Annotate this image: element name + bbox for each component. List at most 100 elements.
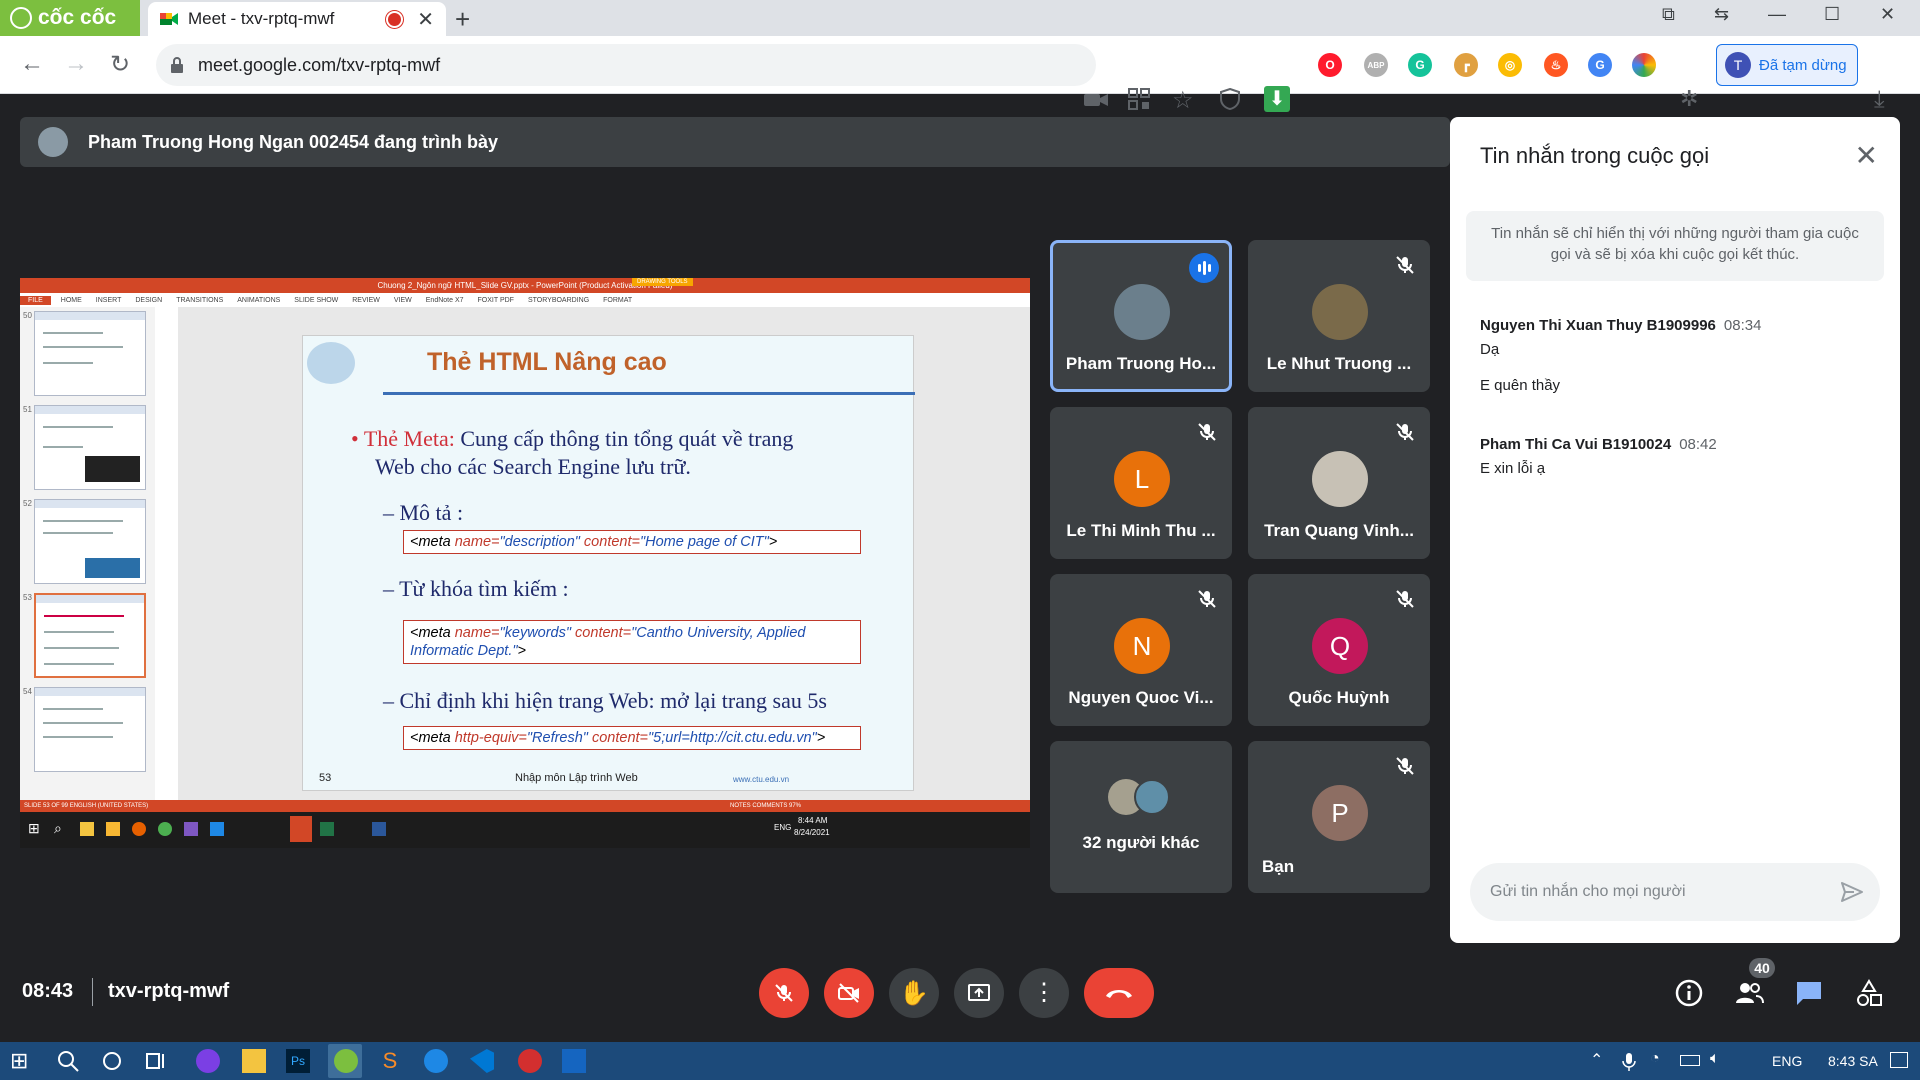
camera-in-use-icon[interactable]	[1084, 92, 1108, 108]
microphone-toggle-button[interactable]	[759, 968, 809, 1018]
participant-tile[interactable]: L Le Thi Minh Thu ...	[1050, 407, 1232, 559]
meeting-details-icon[interactable]	[1674, 978, 1704, 1008]
slide-thumbnail[interactable]	[34, 311, 146, 396]
file-explorer-icon[interactable]	[242, 1049, 266, 1073]
grammarly-extension-icon[interactable]: G	[1408, 53, 1432, 77]
tray-expand-icon[interactable]: ⌃	[1590, 1050, 1603, 1070]
extensions-puzzle-icon[interactable]: ✲	[1680, 86, 1698, 112]
ribbon-tab-home[interactable]: HOME	[61, 297, 82, 304]
ribbon-tab-insert[interactable]: INSERT	[96, 297, 122, 304]
task-view-icon[interactable]	[144, 1049, 168, 1073]
activities-icon[interactable]	[1854, 978, 1884, 1008]
slide[interactable]: Thẻ HTML Nâng cao • Thẻ Meta: Cung cấp t…	[302, 335, 915, 791]
sub-item-keywords: – Từ khóa tìm kiếm :	[383, 576, 569, 601]
color-picker-extension-icon[interactable]	[1632, 53, 1656, 77]
camera-toggle-button[interactable]	[824, 968, 874, 1018]
ribbon-tab-animations[interactable]: ANIMATIONS	[237, 297, 280, 304]
vscode-icon[interactable]	[470, 1049, 494, 1073]
ribbon-tab-file[interactable]: FILE	[20, 295, 51, 305]
downloads-icon[interactable]: ⤓	[1874, 86, 1885, 114]
thumb-number: 54	[23, 687, 32, 696]
windows-start-icon[interactable]: ⊞	[10, 1049, 34, 1073]
ribbon-tab-review[interactable]: REVIEW	[352, 297, 380, 304]
raise-hand-button[interactable]: ✋	[889, 968, 939, 1018]
translate-extension-icon[interactable]: G	[1588, 53, 1612, 77]
back-arrow-icon[interactable]: ←	[20, 50, 44, 78]
self-tile[interactable]: P Bạn	[1248, 741, 1430, 893]
presenter-banner: Pham Truong Hong Ngan 002454 đang trình …	[20, 117, 1450, 167]
cortana-icon[interactable]	[100, 1049, 124, 1073]
opera-extension-icon[interactable]: O	[1318, 53, 1342, 77]
recorder-icon[interactable]	[518, 1049, 542, 1073]
participant-avatar: L	[1114, 451, 1170, 507]
participant-tile[interactable]: N Nguyen Quoc Vi...	[1050, 574, 1232, 726]
minimize-window-button[interactable]: —	[1768, 4, 1786, 25]
system-clock[interactable]: 8:43 SA	[1828, 1053, 1878, 1069]
notifications-icon[interactable]	[1890, 1052, 1908, 1068]
slide-thumbnail[interactable]	[34, 687, 146, 772]
ribbon-tab-transitions[interactable]: TRANSITIONS	[176, 297, 223, 304]
chat-input[interactable]: Gửi tin nhắn cho mọi người	[1470, 863, 1880, 921]
coccoc-menu-button[interactable]: cốc cốc	[0, 0, 140, 36]
shared-taskbar-time: 8:44 AM	[798, 816, 828, 825]
ribbon-tab-design[interactable]: DESIGN	[135, 297, 162, 304]
ribbon-tab-view[interactable]: VIEW	[394, 297, 412, 304]
adblock-extension-icon[interactable]: ABP	[1364, 53, 1388, 77]
code-attr: http-equiv=	[454, 730, 527, 746]
edge-icon[interactable]	[424, 1049, 448, 1073]
qr-code-icon[interactable]	[1128, 88, 1150, 110]
message-text: Dạ	[1480, 341, 1500, 358]
maximize-window-button[interactable]: ☐	[1824, 4, 1840, 25]
sublime-icon[interactable]: S	[378, 1049, 402, 1073]
fire-extension-icon[interactable]: ♨	[1544, 53, 1568, 77]
ribbon-tab-foxit[interactable]: FOXIT PDF	[478, 297, 514, 304]
send-icon[interactable]	[1840, 880, 1864, 904]
shield-icon[interactable]	[1220, 88, 1240, 110]
participant-tile[interactable]: Tran Quang Vinh...	[1248, 407, 1430, 559]
participant-tile[interactable]: Pham Truong Ho...	[1050, 240, 1232, 392]
back-forward-icon[interactable]: ⇆	[1714, 4, 1729, 25]
reload-icon[interactable]: ↻	[110, 50, 130, 79]
slide-thumbnail[interactable]	[34, 499, 146, 584]
close-chat-button[interactable]: ✕	[1855, 139, 1878, 172]
wifi-icon[interactable]: ◔	[1650, 1050, 1660, 1068]
people-icon[interactable]	[1734, 978, 1764, 1008]
profile-button[interactable]: T Đã tạm dừng	[1716, 44, 1858, 86]
present-screen-button[interactable]	[954, 968, 1004, 1018]
download-extension-icon[interactable]: ⬇	[1264, 86, 1290, 112]
ribbon-tab-storyboarding[interactable]: STORYBOARDING	[528, 297, 589, 304]
new-tab-button[interactable]: +	[455, 4, 470, 35]
browser-tab[interactable]: Meet - txv-rptq-mwf ✕	[148, 2, 446, 36]
app-icon[interactable]	[196, 1049, 220, 1073]
ribbon-tab-slideshow[interactable]: SLIDE SHOW	[294, 297, 338, 304]
photoshop-icon[interactable]: Ps	[286, 1049, 310, 1073]
forward-arrow-icon[interactable]: →	[64, 50, 88, 78]
address-bar[interactable]: meet.google.com/txv-rptq-mwf	[156, 44, 1096, 86]
language-indicator[interactable]: ENG	[1772, 1053, 1802, 1069]
slide-thumbnail[interactable]	[34, 405, 146, 490]
bookmark-star-icon[interactable]: ☆	[1172, 86, 1194, 115]
brand-label: cốc cốc	[38, 6, 117, 29]
screen-capture-icon[interactable]: ⧉	[1662, 4, 1675, 25]
browser-tab-strip: cốc cốc Meet - txv-rptq-mwf ✕ + ⧉ ⇆ — ☐ …	[0, 0, 1920, 36]
volume-icon[interactable]: 🔈︎	[1710, 1050, 1720, 1068]
close-window-button[interactable]: ✕	[1880, 4, 1895, 25]
screen-share-view[interactable]: Chuong 2_Ngôn ngữ HTML_Slide GV.pptx - P…	[20, 278, 1030, 848]
app-icon[interactable]	[562, 1049, 586, 1073]
coccoc-logo-icon	[10, 7, 32, 29]
chat-icon[interactable]	[1794, 978, 1824, 1008]
ribbon-tab-format[interactable]: FORMAT	[603, 297, 632, 304]
more-options-button[interactable]: ⋮	[1019, 968, 1069, 1018]
slide-thumbnail-selected[interactable]	[34, 593, 146, 678]
ribbon-tab-endnote[interactable]: EndNote X7	[426, 297, 464, 304]
leave-call-button[interactable]	[1084, 968, 1154, 1018]
participant-tile[interactable]: Q Quốc Huỳnh	[1248, 574, 1430, 726]
pin-extension-icon[interactable]: ┏	[1454, 53, 1478, 77]
chrome-extension-icon[interactable]: ◎	[1498, 53, 1522, 77]
others-tile[interactable]: 32 người khác	[1050, 741, 1232, 893]
close-tab-icon[interactable]: ✕	[417, 7, 434, 32]
search-icon[interactable]	[56, 1049, 80, 1073]
battery-icon[interactable]	[1680, 1055, 1700, 1066]
microphone-tray-icon[interactable]	[1622, 1052, 1636, 1072]
participant-tile[interactable]: Le Nhut Truong ...	[1248, 240, 1430, 392]
